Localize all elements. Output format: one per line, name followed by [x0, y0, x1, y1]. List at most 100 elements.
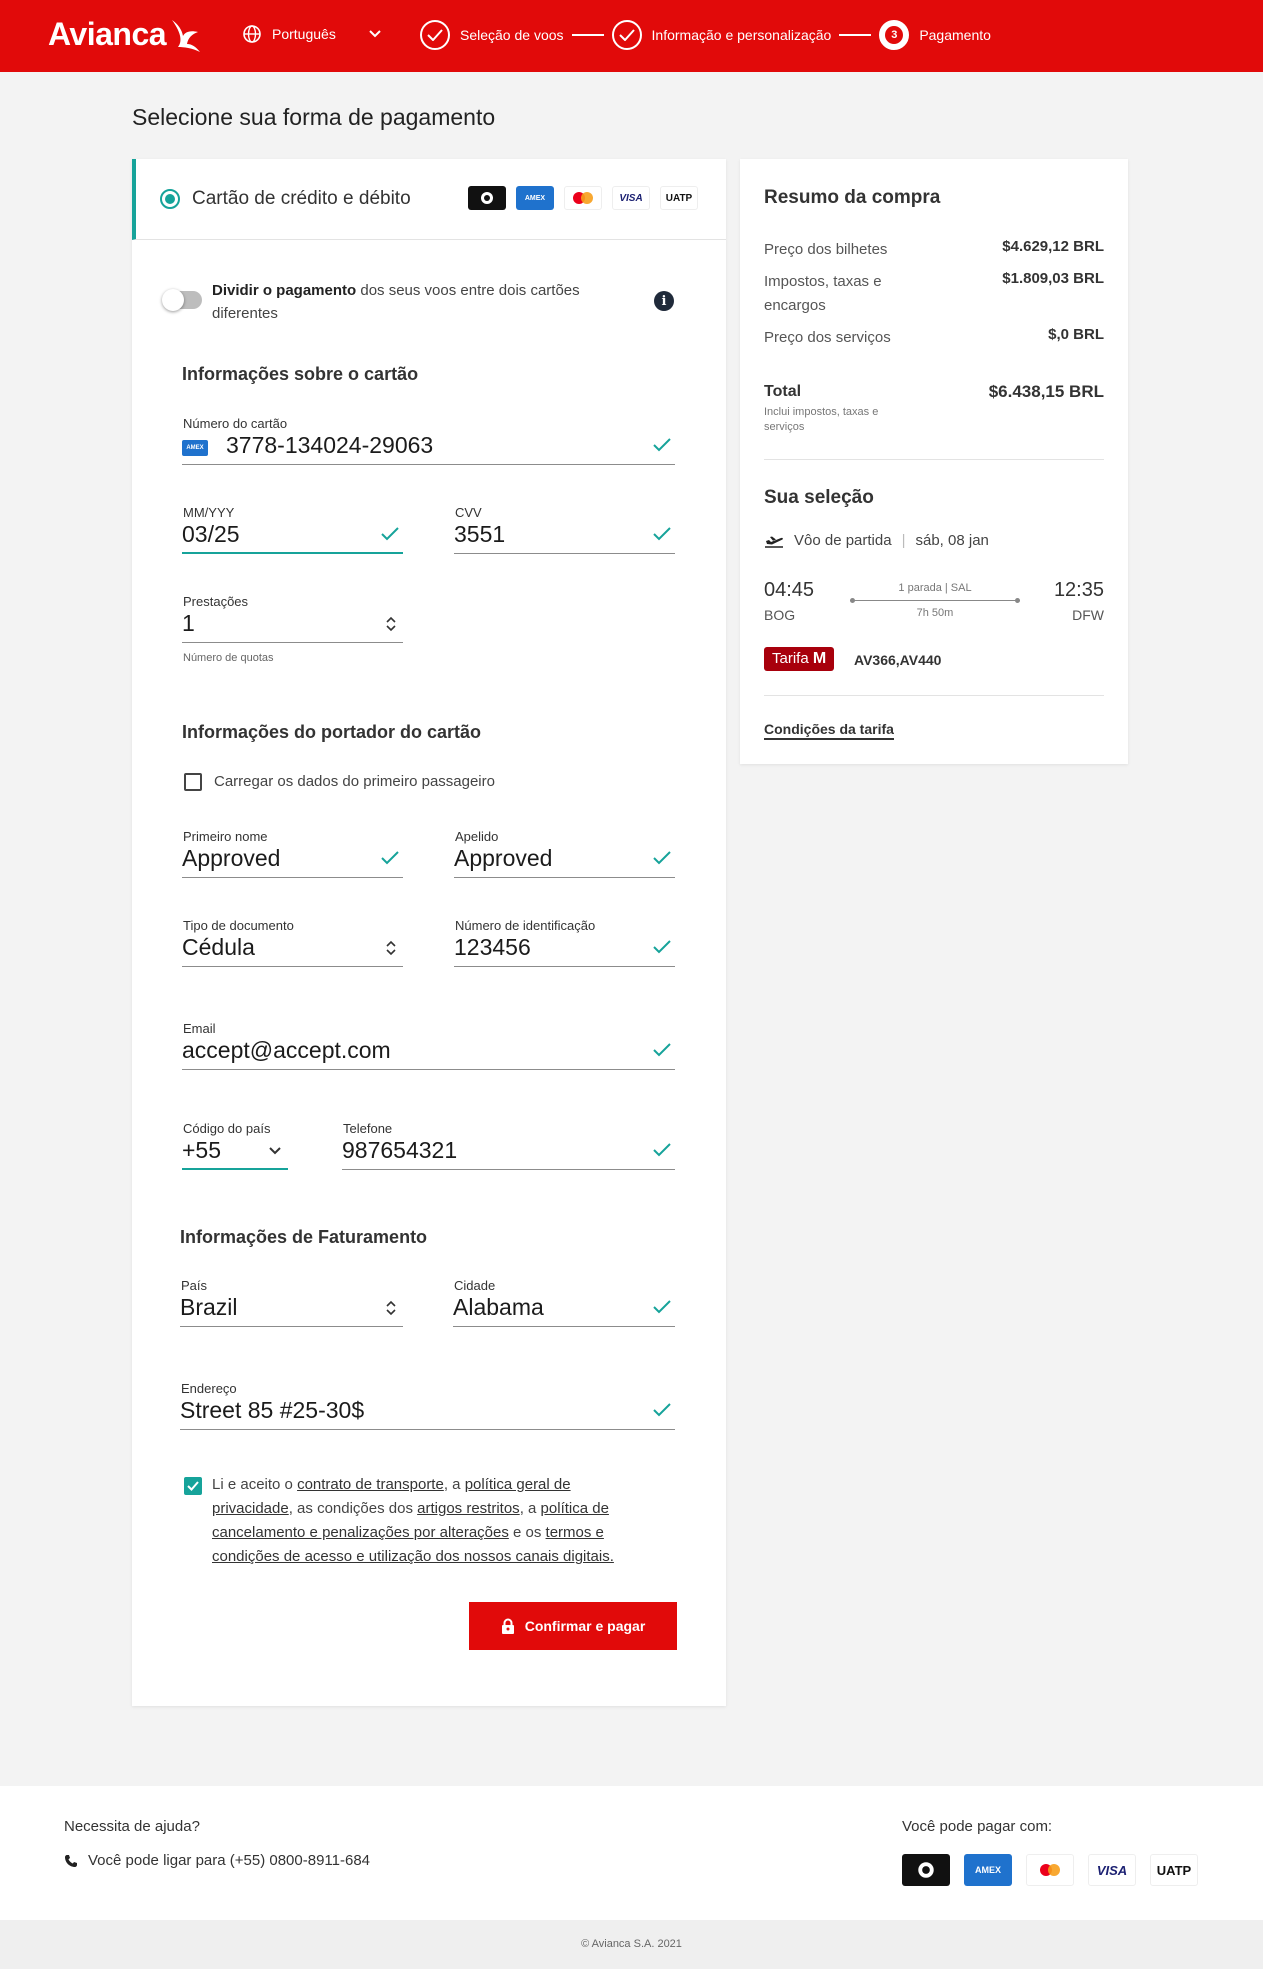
confirm-pay-button[interactable]: Confirmar e pagar: [469, 1602, 677, 1650]
check-icon: [420, 20, 450, 50]
load-passenger-label: Carregar os dados do primeiro passageiro: [214, 773, 495, 790]
country-code-select[interactable]: Código do país +55: [182, 1114, 288, 1170]
email-field[interactable]: Email accept@accept.com: [182, 1014, 675, 1070]
payment-method-radio[interactable]: [160, 189, 180, 209]
amex-logo: AMEX: [516, 186, 554, 210]
step-payment: 3 Pagamento: [879, 20, 991, 50]
fare-conditions-link[interactable]: Condições da tarifa: [764, 721, 894, 740]
diners-club-logo: [468, 186, 506, 210]
uatp-logo: UATP: [1150, 1854, 1198, 1886]
info-icon[interactable]: i: [654, 291, 674, 311]
card-number-field[interactable]: Número do cartão AMEX 3778-134024-29063: [182, 409, 675, 465]
avianca-logo[interactable]: Avianca: [48, 14, 202, 54]
holder-info-title: Informações do portador do cartão: [182, 722, 482, 742]
total-amount: $6.438,15 BRL: [988, 382, 1104, 401]
city-field[interactable]: Cidade Alabama: [453, 1271, 675, 1327]
step-flight-selection[interactable]: Seleção de voos: [420, 20, 564, 50]
taxes-row: Impostos, taxas e encargos $1.809,03 BRL: [764, 270, 1104, 314]
services-price-row: Preço dos serviços $,0 BRL: [764, 326, 1104, 346]
expiry-field[interactable]: MM/YYY 03/25: [182, 498, 403, 554]
email-value: accept@accept.com: [182, 1037, 391, 1063]
globe-icon: [243, 25, 261, 43]
language-label: Português: [272, 26, 336, 42]
route-line: [850, 598, 1020, 603]
document-type-select[interactable]: Tipo de documento Cédula: [182, 911, 403, 967]
split-payment-toggle[interactable]: [162, 289, 202, 311]
transport-contract-link[interactable]: contrato de transporte: [297, 1476, 444, 1493]
payment-method-option[interactable]: Cartão de crédito e débito AMEX VISA UAT…: [132, 159, 726, 240]
total-label: Total: [764, 383, 802, 400]
visa-logo: VISA: [1088, 1854, 1136, 1886]
document-type-value: Cédula: [182, 934, 255, 960]
load-passenger-checkbox[interactable]: [184, 773, 202, 791]
uatp-logo: UATP: [660, 186, 698, 210]
check-icon: [653, 1043, 671, 1057]
selection-title: Sua seleção: [764, 487, 874, 508]
chevron-down-icon: [369, 30, 381, 38]
arrival-airport: DFW: [1072, 607, 1104, 623]
step-information[interactable]: Informação e personalização: [611, 20, 832, 50]
expiry-value: 03/25: [182, 521, 240, 547]
accepted-cards: AMEX VISA UATP: [468, 186, 698, 210]
tickets-price-row: Preço dos bilhetes $4.629,12 BRL: [764, 238, 1104, 258]
step-label: Informação e personalização: [651, 27, 832, 43]
up-down-arrows-icon: [386, 616, 396, 632]
check-icon: [381, 527, 399, 541]
phone-value: 987654321: [342, 1137, 458, 1163]
split-payment-text: Dividir o pagamento dos seus voos entre …: [212, 282, 580, 322]
flight-numbers: AV366,AV440: [854, 652, 942, 668]
address-value: Street 85 #25-30$: [180, 1397, 365, 1423]
installments-hint: Número de quotas: [183, 652, 274, 664]
footer: Necessita de ajuda? Você pode ligar para…: [0, 1786, 1263, 1920]
summary-title: Resumo da compra: [764, 187, 941, 208]
cvv-field[interactable]: CVV 3551: [454, 498, 675, 554]
flight-route: 1 parada | SAL 7h 50m: [850, 582, 1020, 619]
check-icon: [653, 438, 671, 452]
mastercard-logo: [564, 186, 602, 210]
accept-terms-checkbox[interactable]: [184, 1477, 202, 1495]
phone-field[interactable]: Telefone 987654321: [342, 1114, 675, 1170]
amex-logo: AMEX: [964, 1854, 1012, 1886]
country-select[interactable]: País Brazil: [180, 1271, 403, 1327]
terms-text: Li e aceito o contrato de transporte, a …: [212, 1476, 614, 1565]
country-value: Brazil: [180, 1294, 238, 1320]
cvv-value: 3551: [454, 521, 506, 547]
arrival-time: 12:35: [1053, 579, 1104, 601]
bird-logo-icon: [172, 20, 201, 52]
page-title: Selecione sua forma de pagamento: [132, 104, 496, 130]
address-field[interactable]: Endereço Street 85 #25-30$: [180, 1374, 675, 1430]
divider: [764, 459, 1104, 460]
divider: [764, 695, 1104, 696]
purchase-summary-card: Resumo da compra Preço dos bilhetes $4.62…: [740, 159, 1128, 764]
total-subtext: Inclui impostos, taxas e serviços: [764, 406, 879, 433]
city-value: Alabama: [453, 1294, 544, 1320]
stops-label: 1 parada | SAL: [898, 582, 972, 594]
id-number-field[interactable]: Número de identificação 123456: [454, 911, 675, 967]
help-phone[interactable]: Você pode ligar para (+55) 0800-8911-684: [64, 1852, 370, 1869]
amex-card-icon: AMEX: [182, 440, 208, 456]
restricted-items-link[interactable]: artigos restritos: [417, 1500, 520, 1517]
installments-select[interactable]: Prestações 1: [182, 587, 403, 643]
language-selector[interactable]: Português: [242, 24, 382, 44]
last-name-field[interactable]: Apelido Approved: [454, 822, 675, 878]
check-icon: [653, 527, 671, 541]
check-icon: [653, 1300, 671, 1314]
payment-form-card: Cartão de crédito e débito AMEX VISA UAT…: [132, 159, 726, 1706]
first-name-value: Approved: [182, 845, 281, 871]
card-number-value: 3778-134024-29063: [226, 432, 434, 458]
duration-label: 7h 50m: [916, 607, 954, 619]
lock-icon: [501, 1618, 514, 1634]
check-icon: [653, 1403, 671, 1417]
first-name-field[interactable]: Primeiro nome Approved: [182, 822, 403, 878]
brand-name: Avianca: [48, 15, 167, 52]
help-title: Necessita de ajuda?: [64, 1818, 200, 1835]
fare-badge: Tarifa M: [764, 647, 835, 671]
mastercard-logo: [1026, 1854, 1074, 1886]
step-label: Pagamento: [919, 27, 991, 43]
check-icon: [381, 851, 399, 865]
check-icon: [187, 1481, 199, 1491]
id-number-value: 123456: [454, 934, 531, 960]
billing-info-title: Informações de Faturamento: [180, 1227, 428, 1247]
copyright: © Avianca S.A. 2021: [0, 1920, 1263, 1969]
installments-value: 1: [182, 610, 195, 636]
